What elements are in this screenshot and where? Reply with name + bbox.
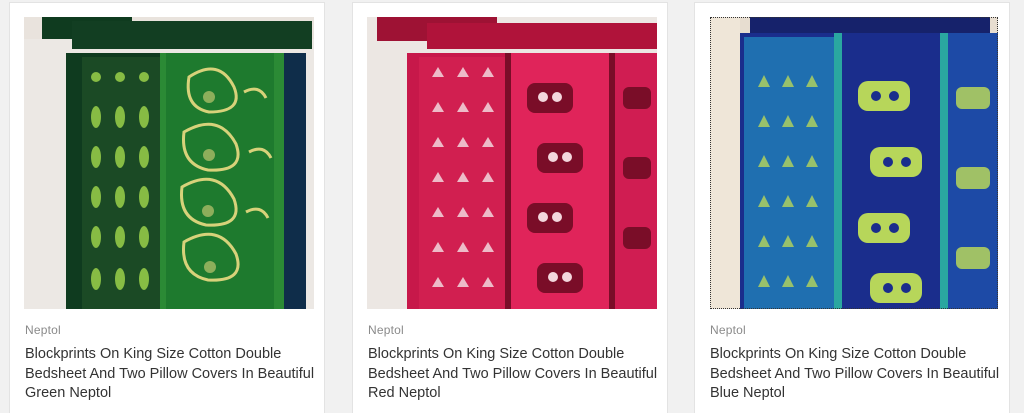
product-brand: Neptol [710,323,746,337]
product-card[interactable]: Neptol Blockprints On King Size Cotton D… [9,2,325,413]
bedsheet-image-blue [710,17,998,309]
product-card[interactable]: Neptol Blockprints On King Size Cotton D… [694,2,1010,413]
bedsheet-image-red [367,17,657,309]
product-brand: Neptol [368,323,404,337]
product-brand: Neptol [25,323,61,337]
product-grid: Neptol Blockprints On King Size Cotton D… [0,0,1024,413]
product-card[interactable]: Neptol Blockprints On King Size Cotton D… [352,2,668,413]
bedsheet-image-green [24,17,314,309]
product-image[interactable] [710,17,998,309]
product-image[interactable] [367,17,657,309]
product-title-link[interactable]: Blockprints On King Size Cotton Double B… [368,345,658,404]
product-image[interactable] [24,17,314,309]
product-title-link[interactable]: Blockprints On King Size Cotton Double B… [25,345,315,404]
product-title-link[interactable]: Blockprints On King Size Cotton Double B… [710,345,1000,404]
